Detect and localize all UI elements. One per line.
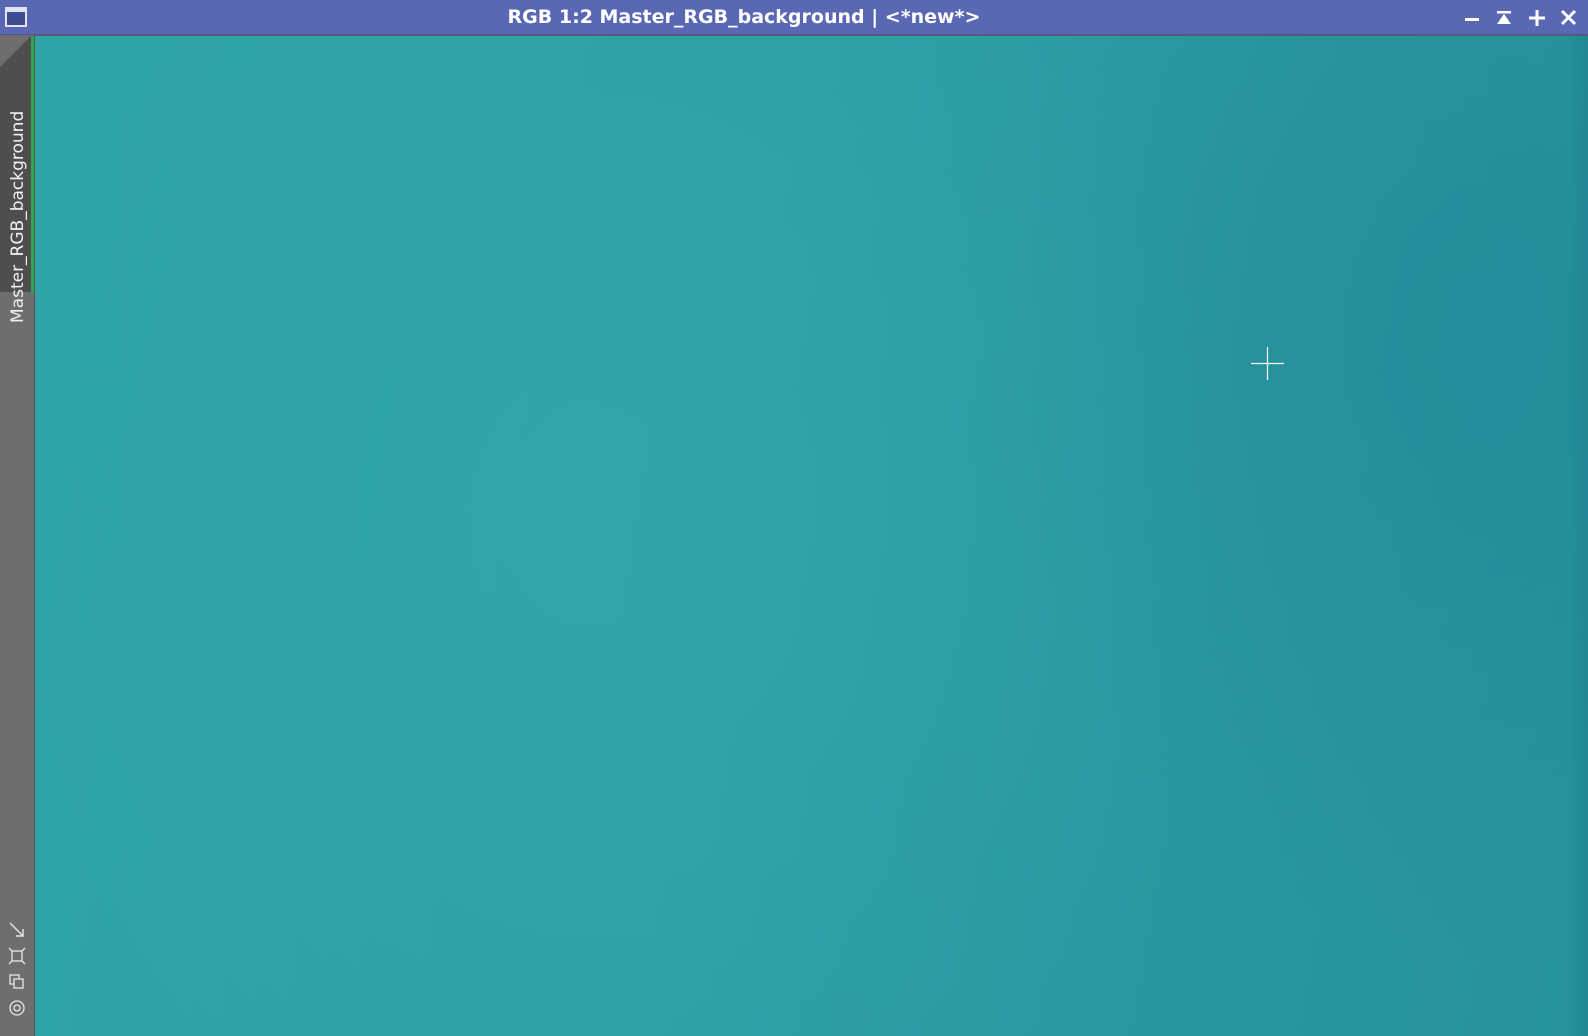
minimize-button[interactable] xyxy=(1461,6,1485,30)
tab-corner-fold xyxy=(0,37,30,67)
image-window: RGB 1:2 Master_RGB_background | <*new*> xyxy=(0,0,1588,1036)
shade-button[interactable] xyxy=(1493,6,1517,30)
target-icon[interactable] xyxy=(8,999,26,1017)
minimize-icon xyxy=(1465,18,1479,21)
image-canvas[interactable] xyxy=(35,36,1588,1036)
close-icon xyxy=(1560,9,1577,26)
title-bar[interactable]: RGB 1:2 Master_RGB_background | <*new*> xyxy=(0,0,1588,35)
maximize-button[interactable] xyxy=(1526,6,1550,30)
zoom-to-fit-icon[interactable] xyxy=(8,947,26,965)
canvas-edge-shading xyxy=(1568,36,1588,1036)
view-tab-label: Master_RGB_background xyxy=(8,110,28,323)
crosshair-cursor xyxy=(1251,347,1284,380)
clone-view-icon[interactable] xyxy=(8,973,26,991)
shade-icon xyxy=(1497,11,1511,24)
maximize-icon xyxy=(1529,10,1545,26)
window-title: RGB 1:2 Master_RGB_background | <*new*> xyxy=(507,6,981,28)
view-tab-master-rgb-background[interactable]: Master_RGB_background xyxy=(0,37,34,323)
fit-view-icon[interactable] xyxy=(8,921,26,939)
close-button[interactable] xyxy=(1558,6,1582,30)
